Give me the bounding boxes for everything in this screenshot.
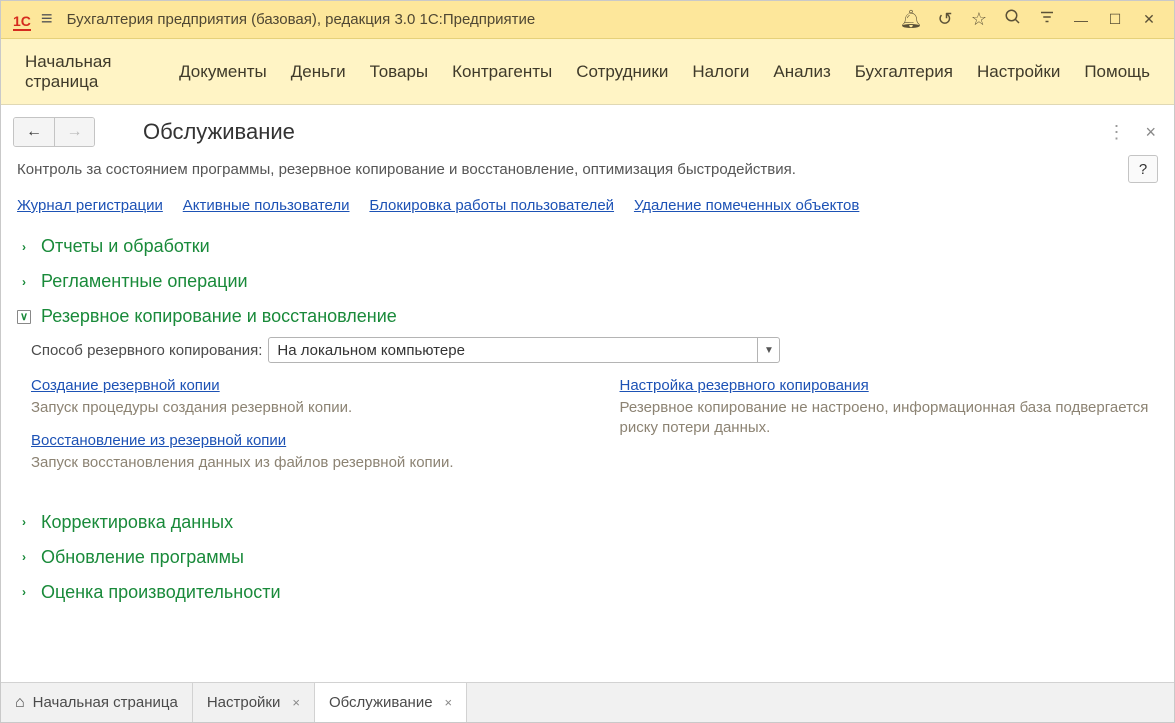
chevron-right-icon xyxy=(17,585,31,599)
tab-label: Начальная страница xyxy=(33,694,178,711)
dropdown-arrow-icon[interactable]: ▼ xyxy=(757,338,779,362)
menu-analysis[interactable]: Анализ xyxy=(773,62,830,82)
backup-left-col: Создание резервной копии Запуск процедур… xyxy=(31,377,570,488)
backup-method-value: На локальном компьютере xyxy=(269,338,757,362)
section-label: Регламентные операции xyxy=(41,271,248,292)
help-button[interactable]: ? xyxy=(1128,155,1158,183)
app-title: Бухгалтерия предприятия (базовая), редак… xyxy=(67,11,536,28)
app-logo: 1С xyxy=(13,9,31,31)
desc-backup-settings: Резервное копирование не настроено, инфо… xyxy=(620,398,1159,439)
minimize-icon[interactable]: — xyxy=(1064,12,1098,28)
section-scheduled-ops[interactable]: Регламентные операции xyxy=(17,271,1158,292)
link-backup-settings[interactable]: Настройка резервного копирования xyxy=(620,377,869,394)
section-label: Оценка производительности xyxy=(41,582,281,603)
page-title: Обслуживание xyxy=(143,119,295,145)
link-create-backup[interactable]: Создание резервной копии xyxy=(31,377,220,394)
section-label: Отчеты и обработки xyxy=(41,236,210,257)
backup-method-label: Способ резервного копирования: xyxy=(31,342,262,359)
search-icon[interactable] xyxy=(996,8,1030,31)
nav-buttons: ← → xyxy=(13,117,95,147)
history-icon[interactable]: ↺ xyxy=(928,9,962,30)
bottom-tabbar: ⌂ Начальная страница Настройки × Обслужи… xyxy=(1,682,1174,722)
menu-help[interactable]: Помощь xyxy=(1084,62,1150,82)
section-update[interactable]: Обновление программы xyxy=(17,547,1158,568)
tab-label: Обслуживание xyxy=(329,694,433,711)
desc-create-backup: Запуск процедуры создания резервной копи… xyxy=(31,398,570,418)
link-event-log[interactable]: Журнал регистрации xyxy=(17,197,163,214)
home-icon: ⌂ xyxy=(15,694,25,712)
link-block-users[interactable]: Блокировка работы пользователей xyxy=(369,197,614,214)
menu-start[interactable]: Начальная страница xyxy=(25,52,155,92)
section-label: Обновление программы xyxy=(41,547,244,568)
menu-documents[interactable]: Документы xyxy=(179,62,267,82)
section-data-correction[interactable]: Корректировка данных xyxy=(17,512,1158,533)
backup-right-col: Настройка резервного копирования Резервн… xyxy=(620,377,1159,488)
filter-icon[interactable] xyxy=(1030,8,1064,31)
tab-maintenance[interactable]: Обслуживание × xyxy=(315,683,467,722)
link-delete-marked[interactable]: Удаление помеченных объектов xyxy=(634,197,859,214)
main-menu: Начальная страница Документы Деньги Това… xyxy=(1,39,1174,105)
kebab-icon[interactable]: ⋮ xyxy=(1107,122,1125,143)
menu-accounting[interactable]: Бухгалтерия xyxy=(855,62,953,82)
maximize-icon[interactable]: ☐ xyxy=(1098,11,1132,28)
tab-start-page[interactable]: ⌂ Начальная страница xyxy=(1,683,193,722)
nav-back-button[interactable]: ← xyxy=(14,118,54,146)
tab-settings[interactable]: Настройки × xyxy=(193,683,315,722)
logo-text: 1С xyxy=(13,13,31,31)
tab-label: Настройки xyxy=(207,694,281,711)
desc-restore-backup: Запуск восстановления данных из файлов р… xyxy=(31,453,570,473)
page-header: ← → Обслуживание ⋮ × xyxy=(1,105,1174,155)
menu-money[interactable]: Деньги xyxy=(291,62,346,82)
link-restore-backup[interactable]: Восстановление из резервной копии xyxy=(31,432,286,449)
page-close-icon[interactable]: × xyxy=(1139,122,1162,143)
star-icon[interactable]: ☆ xyxy=(962,9,996,30)
section-performance[interactable]: Оценка производительности xyxy=(17,582,1158,603)
menu-partners[interactable]: Контрагенты xyxy=(452,62,552,82)
bell-icon[interactable]: 🔔︎ xyxy=(894,9,928,30)
section-reports[interactable]: Отчеты и обработки xyxy=(17,236,1158,257)
tab-close-icon[interactable]: × xyxy=(292,695,300,710)
chevron-down-icon xyxy=(17,310,31,324)
chevron-right-icon xyxy=(17,515,31,529)
content: Контроль за состоянием программы, резерв… xyxy=(1,155,1174,682)
page-description: Контроль за состоянием программы, резерв… xyxy=(17,161,796,178)
titlebar: 1С ≡ Бухгалтерия предприятия (базовая), … xyxy=(1,1,1174,39)
chevron-right-icon xyxy=(17,275,31,289)
window-close-icon[interactable]: ✕ xyxy=(1132,11,1166,28)
top-links: Журнал регистрации Активные пользователи… xyxy=(17,197,1158,214)
nav-forward-button: → xyxy=(54,118,94,146)
menu-settings[interactable]: Настройки xyxy=(977,62,1060,82)
menu-employees[interactable]: Сотрудники xyxy=(576,62,668,82)
section-backup-body: Способ резервного копирования: На локаль… xyxy=(17,337,1158,498)
section-label: Корректировка данных xyxy=(41,512,233,533)
page: ← → Обслуживание ⋮ × Контроль за состоян… xyxy=(1,105,1174,682)
chevron-right-icon xyxy=(17,550,31,564)
chevron-right-icon xyxy=(17,240,31,254)
menu-taxes[interactable]: Налоги xyxy=(692,62,749,82)
section-backup[interactable]: Резервное копирование и восстановление xyxy=(17,306,1158,327)
menu-products[interactable]: Товары xyxy=(370,62,428,82)
link-active-users[interactable]: Активные пользователи xyxy=(183,197,350,214)
section-label: Резервное копирование и восстановление xyxy=(41,306,397,327)
hamburger-icon[interactable]: ≡ xyxy=(41,8,53,31)
backup-method-select[interactable]: На локальном компьютере ▼ xyxy=(268,337,780,363)
tab-close-icon[interactable]: × xyxy=(445,695,453,710)
